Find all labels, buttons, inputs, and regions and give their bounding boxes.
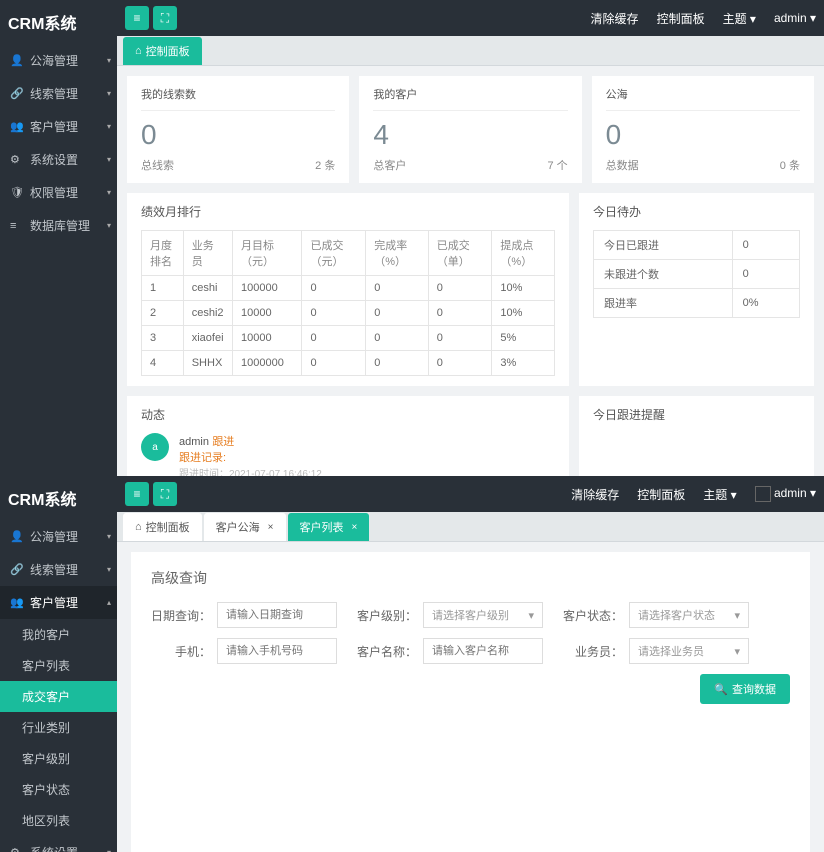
link-icon: 🔗	[10, 87, 24, 100]
user-dropdown[interactable]: admin ▾	[774, 11, 816, 25]
avatar: a	[141, 433, 169, 461]
table-row: 4SHHX10000000003%	[142, 351, 555, 376]
search-panel: 高级查询 日期查询： 客户级别：请选择客户级别▾ 客户状态：请选择客户状态▾ 手…	[131, 552, 810, 852]
close-icon[interactable]: ×	[268, 522, 274, 533]
table-row: 1ceshi10000000010%	[142, 276, 555, 301]
tab-dashboard[interactable]: ⌂控制面板	[123, 513, 202, 541]
phone-input[interactable]	[217, 638, 337, 664]
chevron-down-icon: ▾	[107, 56, 111, 65]
chevron-up-icon: ▴	[107, 598, 111, 607]
brand-title: CRM系统	[0, 0, 117, 44]
activity-panel: 动态 a admin 跟进 跟进记录: 跟进时间：2021-07-07 16:4…	[127, 396, 569, 476]
card-customers: 我的客户 4 总客户7 个	[359, 76, 581, 183]
search-icon: 🔍	[714, 683, 728, 696]
menu-kehu[interactable]: 👥客户管理▴	[0, 586, 117, 619]
card-leads: 我的线索数 0 总线索2 条	[127, 76, 349, 183]
submenu-customer-list[interactable]: 客户列表	[0, 650, 117, 681]
search-button[interactable]: 🔍查询数据	[700, 674, 790, 704]
menu-quanxian[interactable]: 🛡权限管理▾	[0, 176, 117, 209]
clear-cache-link[interactable]: 清除缓存	[591, 10, 639, 27]
menu-gonghai[interactable]: 👤公海管理▾	[0, 44, 117, 77]
menu-gonghai[interactable]: 👤公海管理▾	[0, 520, 117, 553]
brand-title: CRM系统	[0, 476, 117, 520]
users-icon: 👥	[10, 120, 24, 133]
chevron-down-icon: ▾	[107, 89, 111, 98]
date-input[interactable]	[217, 602, 337, 628]
todo-panel: 今日待办 今日已跟进0 未跟进个数0 跟进率0%	[579, 193, 814, 386]
rank-panel: 绩效月排行 月度排名业务员月目标（元）已成交（元）完成率（%）已成交（单）提成点…	[127, 193, 569, 386]
level-select[interactable]: 请选择客户级别▾	[423, 602, 543, 628]
user-icon: 👤	[10, 530, 24, 543]
chevron-down-icon: ▾	[528, 609, 534, 622]
home-icon: ⌂	[135, 45, 142, 57]
submenu-my-customer[interactable]: 我的客户	[0, 619, 117, 650]
dashboard-link[interactable]: 控制面板	[657, 10, 705, 27]
tab-customer-public[interactable]: 客户公海×	[204, 513, 286, 541]
database-icon: ≡	[10, 220, 24, 232]
remind-panel: 今日跟进提醒	[579, 396, 814, 476]
chevron-down-icon: ▾	[107, 565, 111, 574]
chevron-down-icon: ▾	[107, 532, 111, 541]
shield-icon: 🛡	[10, 186, 24, 199]
menu-shujuku[interactable]: ≡数据库管理▾	[0, 209, 117, 242]
user-icon: 👤	[10, 54, 24, 67]
dashboard-link[interactable]: 控制面板	[637, 486, 685, 503]
chevron-down-icon: ▾	[107, 155, 111, 164]
tab-customer-list[interactable]: 客户列表×	[288, 513, 370, 541]
submenu-customer-status[interactable]: 客户状态	[0, 774, 117, 805]
status-select[interactable]: 请选择客户状态▾	[629, 602, 749, 628]
staff-select[interactable]: 请选择业务员▾	[629, 638, 749, 664]
user-dropdown[interactable]: admin ▾	[755, 486, 816, 502]
chevron-down-icon: ▾	[107, 221, 111, 230]
submenu-customer-level[interactable]: 客户级别	[0, 743, 117, 774]
submenu-deal-customer[interactable]: 成交客户	[0, 681, 117, 712]
tab-dashboard[interactable]: ⌂控制面板	[123, 37, 202, 65]
chevron-down-icon: ▾	[107, 188, 111, 197]
close-icon[interactable]: ×	[352, 522, 358, 533]
gear-icon: ⚙	[10, 153, 24, 166]
name-input[interactable]	[423, 638, 543, 664]
submenu-region-list[interactable]: 地区列表	[0, 805, 117, 836]
card-public: 公海 0 总数据0 条	[592, 76, 814, 183]
theme-dropdown[interactable]: 主题 ▾	[703, 486, 736, 503]
menu-xiansuo[interactable]: 🔗线索管理▾	[0, 77, 117, 110]
menu-xiansuo[interactable]: 🔗线索管理▾	[0, 553, 117, 586]
chevron-down-icon: ▾	[734, 645, 740, 658]
clear-cache-link[interactable]: 清除缓存	[571, 486, 619, 503]
home-icon: ⌂	[135, 521, 142, 533]
menu-toggle-button[interactable]: ≡	[125, 482, 149, 506]
chevron-down-icon: ▾	[107, 122, 111, 131]
chevron-down-icon: ▾	[107, 848, 111, 852]
theme-dropdown[interactable]: 主题 ▾	[723, 10, 756, 27]
menu-xitong[interactable]: ⚙系统设置▾	[0, 143, 117, 176]
menu-xitong[interactable]: ⚙系统设置▾	[0, 836, 117, 852]
fullscreen-button[interactable]: ⛶	[153, 482, 177, 506]
gear-icon: ⚙	[10, 846, 24, 852]
rank-table: 月度排名业务员月目标（元）已成交（元）完成率（%）已成交（单）提成点（%） 1c…	[141, 230, 555, 376]
table-row: 3xiaofei100000005%	[142, 326, 555, 351]
users-icon: 👥	[10, 596, 24, 609]
submenu-industry[interactable]: 行业类别	[0, 712, 117, 743]
chevron-down-icon: ▾	[734, 609, 740, 622]
link-icon: 🔗	[10, 563, 24, 576]
menu-toggle-button[interactable]: ≡	[125, 6, 149, 30]
fullscreen-button[interactable]: ⛶	[153, 6, 177, 30]
table-row: 2ceshi21000000010%	[142, 301, 555, 326]
menu-kehu[interactable]: 👥客户管理▾	[0, 110, 117, 143]
